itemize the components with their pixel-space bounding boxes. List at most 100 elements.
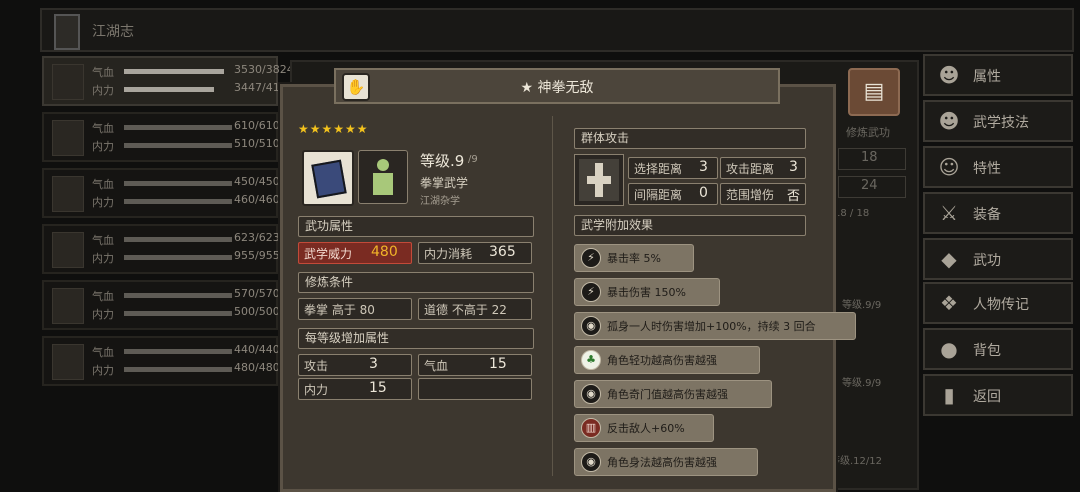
- roster-item[interactable]: 气血 570/570 内力 500/500: [42, 280, 280, 330]
- roster-item[interactable]: 气血 610/610 内力 510/510: [42, 112, 280, 162]
- cost-stat: 内力消耗 365: [418, 242, 532, 264]
- hp-label: 气血: [92, 178, 114, 191]
- character-avatar: [52, 288, 84, 324]
- hp-value: 623/623: [234, 231, 280, 244]
- requirement-1: 拳掌 高于 80: [298, 298, 412, 320]
- menu-item-skills[interactable]: ◆ 武功: [923, 238, 1073, 280]
- person-icon: ☺: [938, 155, 960, 179]
- gain-empty: [418, 378, 532, 400]
- skill-school: 江湖杂学: [420, 196, 460, 207]
- effect-agility-scaling: ♣ 角色轻功越高伤害越强: [574, 346, 760, 374]
- door-icon: ▮: [943, 383, 955, 407]
- leaf-icon: ♣: [581, 350, 601, 370]
- hp-value: 3530/3824: [234, 63, 294, 76]
- menu-item-biography[interactable]: ❖ 人物传记: [923, 282, 1073, 324]
- stat-box: 18: [838, 148, 906, 170]
- menu-item-attributes[interactable]: ☻ 属性: [923, 54, 1073, 96]
- attack-range: 攻击距离 3: [720, 157, 806, 179]
- target-icon: ◉: [581, 452, 601, 472]
- menu-item-equipment[interactable]: ⚔ 装备: [923, 192, 1073, 234]
- roster-item[interactable]: 气血 3530/3824 内力 3447/4136: [42, 56, 294, 106]
- hp-value: 610/610: [234, 119, 280, 132]
- effect-counter: ▥ 反击敌人+60%: [574, 414, 714, 442]
- skill-book-icon: [302, 150, 354, 206]
- effect-movement-scaling: ◉ 角色身法越高伤害越强: [574, 448, 758, 476]
- mp-label: 内力: [92, 252, 114, 265]
- gain-hp: 气血 15: [418, 354, 532, 376]
- roster-item[interactable]: 气血 440/440 内力 480/480: [42, 336, 280, 386]
- mp-label: 内力: [92, 308, 114, 321]
- section-header-area-attack: 群体攻击: [574, 128, 806, 149]
- lightning-icon: ⚡: [581, 282, 601, 302]
- menu-item-bag[interactable]: ● 背包: [923, 328, 1073, 370]
- book-icon: ◆: [941, 247, 957, 271]
- power-stat: 武学威力 480: [298, 242, 412, 264]
- level-text: 等级.12/12: [830, 456, 882, 467]
- hp-bar: [124, 125, 232, 130]
- person-icon: ☻: [938, 63, 960, 87]
- gain-attack: 攻击 3: [298, 354, 412, 376]
- level-text: 等级.9/9: [842, 378, 882, 389]
- area-damage: 范围增伤否: [720, 183, 806, 205]
- skill-level-max: /9: [468, 154, 478, 165]
- target-icon: ◉: [581, 316, 601, 336]
- hp-bar: [124, 349, 232, 354]
- roster-item[interactable]: 气血 450/450 内力 460/460: [42, 168, 280, 218]
- mp-label: 内力: [92, 364, 114, 377]
- character-avatar: [52, 232, 84, 268]
- section-header-per-level: 每等级增加属性: [298, 328, 534, 349]
- effect-crit-damage: ⚡ 暴击伤害 150%: [574, 278, 720, 306]
- hp-label: 气血: [92, 234, 114, 247]
- bag-icon: ●: [940, 337, 958, 361]
- list-tag: 修炼武功: [846, 126, 890, 139]
- mp-label: 内力: [92, 140, 114, 153]
- character-avatar: [52, 344, 84, 380]
- hp-bar: [124, 69, 224, 74]
- effect-arcane-scaling: ◉ 角色奇门值越高伤害越强: [574, 380, 772, 408]
- effect-crit-rate: ⚡ 暴击率 5%: [574, 244, 694, 272]
- mp-value: 460/460: [234, 193, 280, 206]
- hp-value: 450/450: [234, 175, 280, 188]
- lightning-icon: ⚡: [581, 248, 601, 268]
- range-grid-icon: [574, 154, 624, 206]
- mp-value: 480/480: [234, 361, 280, 374]
- counter-icon: ▥: [581, 418, 601, 438]
- requirement-2: 道德 不高于 22: [418, 298, 532, 320]
- skill-type: 拳掌武学: [420, 176, 469, 190]
- section-header-effects: 武学附加效果: [574, 215, 806, 236]
- mp-label: 内力: [92, 84, 114, 97]
- mp-bar: [124, 311, 232, 316]
- hp-bar: [124, 237, 232, 242]
- hp-bar: [124, 293, 232, 298]
- roster-item[interactable]: 气血 623/623 内力 955/955: [42, 224, 280, 274]
- menu-item-martial-techniques[interactable]: ☻ 武学技法: [923, 100, 1073, 142]
- top-bar: 江湖志: [40, 8, 1074, 52]
- hp-bar: [124, 181, 232, 186]
- effect-solo-bonus: ◉ 孤身一人时伤害增加+100%，持续 3 回合: [574, 312, 856, 340]
- mp-bar: [124, 199, 232, 204]
- page-title: 江湖志: [92, 24, 134, 40]
- hp-value: 440/440: [234, 343, 280, 356]
- mp-label: 内力: [92, 196, 114, 209]
- gap-range: 间隔距离 0: [628, 183, 718, 205]
- hp-label: 气血: [92, 346, 114, 359]
- menu-item-traits[interactable]: ☺ 特性: [923, 146, 1073, 188]
- sword-icon: ⚔: [940, 201, 958, 225]
- hp-label: 气血: [92, 290, 114, 303]
- stat-box: 24: [838, 176, 906, 198]
- mp-value: 955/955: [234, 249, 280, 262]
- book-icon[interactable]: ▤: [848, 68, 900, 116]
- level-text: 等级.9/9: [842, 300, 882, 311]
- select-range: 选择距离 3: [628, 157, 718, 179]
- column-divider: [552, 116, 553, 476]
- character-avatar: [52, 64, 84, 100]
- fighter-icon: ☻: [938, 109, 960, 133]
- character-avatar: [52, 120, 84, 156]
- mp-bar: [124, 87, 214, 92]
- mp-bar: [124, 143, 232, 148]
- skill-level: 等级.9: [420, 152, 465, 170]
- book-icon: [54, 14, 80, 50]
- hp-label: 气血: [92, 122, 114, 135]
- menu-item-back[interactable]: ▮ 返回: [923, 374, 1073, 416]
- hp-value: 570/570: [234, 287, 280, 300]
